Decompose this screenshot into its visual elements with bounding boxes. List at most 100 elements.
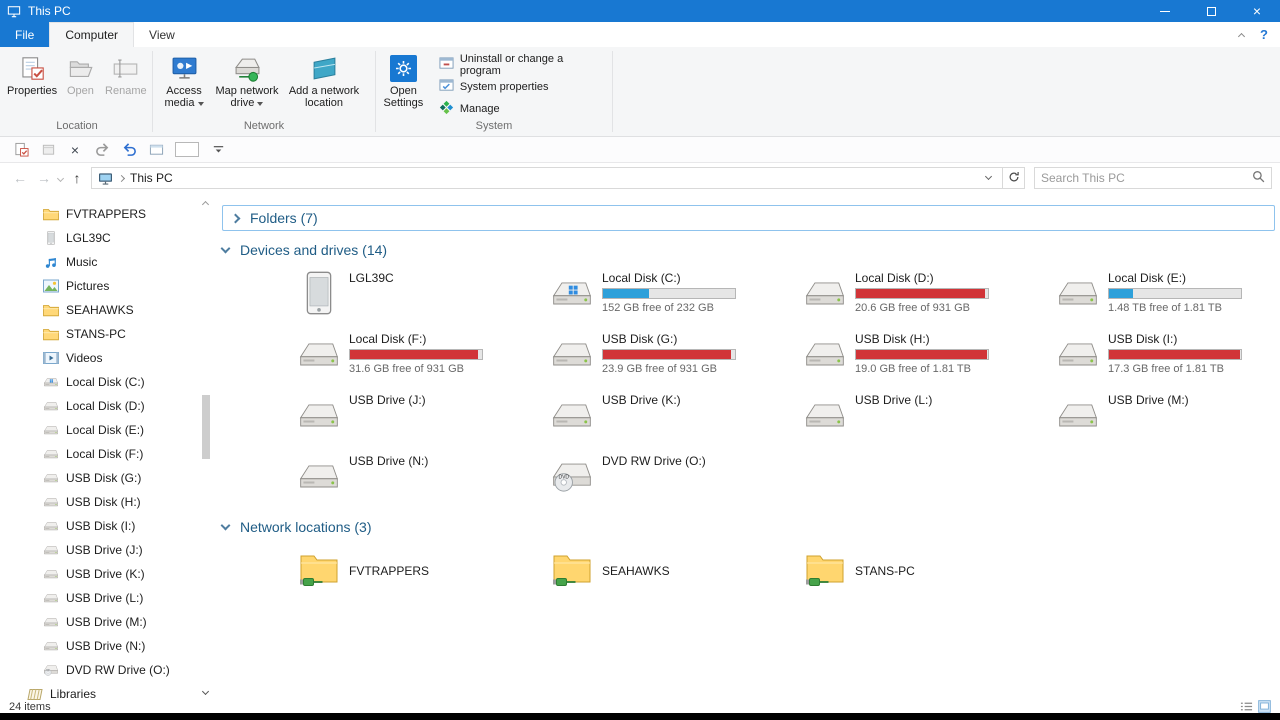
map-network-drive-icon [234,53,261,83]
drive-tile-usb-drive-m[interactable]: USB Drive (M:) [1055,392,1280,444]
access-media-button[interactable]: Access media [157,50,211,109]
group-label-network: Network [243,120,285,132]
drive-tile-local-disk-e[interactable]: Local Disk (E:) 1.48 TB free of 1.81 TB [1055,270,1280,322]
network-location-tile-fvtrappers[interactable]: FVTRAPPERS [296,546,549,594]
details-view-button[interactable] [1240,700,1253,713]
drive-icon [549,392,595,444]
map-network-drive-button[interactable]: Map network drive [213,50,281,109]
minimize-icon [1160,10,1170,12]
sidebar-scrollbar[interactable] [200,197,212,696]
sidebar-item-usb-drive-n[interactable]: USB Drive (N:) [0,634,214,658]
capacity-bar [602,288,736,299]
sidebar-item-local-disk-e[interactable]: Local Disk (E:) [0,418,214,442]
group-header-network-locations[interactable]: Network locations (3) [220,515,1275,539]
network-location-tile-stans-pc[interactable]: STANS-PC [802,546,1055,594]
drive-tile-usb-drive-k[interactable]: USB Drive (K:) [549,392,802,444]
address-dropdown-icon[interactable] [978,172,998,180]
qat-properties-icon[interactable] [13,142,29,158]
sidebar-item-local-disk-d[interactable]: Local Disk (D:) [0,394,214,418]
qat-customize-icon[interactable] [210,142,226,158]
drive-tile-usb-disk-g[interactable]: USB Disk (G:) 23.9 GB free of 931 GB [549,331,802,383]
tab-computer[interactable]: Computer [49,22,135,47]
collapse-group-icon[interactable] [220,243,231,253]
sidebar-item-videos[interactable]: Videos [0,346,214,370]
forward-button[interactable]: → [32,170,56,186]
sidebar-item-lgl39c[interactable]: LGL39C [0,226,214,250]
drive-tile-local-disk-f[interactable]: Local Disk (F:) 31.6 GB free of 931 GB [296,331,549,383]
qat-redo-icon[interactable] [94,142,110,158]
app-icon [7,5,21,18]
address-box[interactable]: This PC [91,167,1003,189]
scroll-down-icon[interactable] [201,687,210,696]
tab-view[interactable]: View [134,22,190,47]
qat-input-field[interactable] [175,142,199,157]
search-input[interactable] [1041,171,1252,185]
minimize-button[interactable] [1142,0,1188,22]
search-icon[interactable] [1252,170,1265,186]
help-button[interactable]: ? [1260,27,1268,42]
close-button[interactable]: × [1234,0,1280,22]
large-icons-view-button[interactable] [1258,700,1271,713]
sidebar-item-fvtrappers[interactable]: FVTRAPPERS [0,202,214,226]
qat-undo-icon[interactable] [121,142,137,158]
breadcrumb-chevron-icon[interactable] [117,174,126,182]
libraries-icon [26,687,43,700]
sidebar-item-stans-pc[interactable]: STANS-PC [0,322,214,346]
qat-rename-icon[interactable] [148,142,164,158]
recent-locations-icon[interactable] [56,174,65,182]
sidebar-item-usb-drive-k[interactable]: USB Drive (K:) [0,562,214,586]
uninstall-program-button[interactable]: Uninstall or change a program [437,53,609,77]
items-view: Folders (7) Devices and drives (14) LGL3… [214,193,1280,700]
sidebar-item-usb-disk-g[interactable]: USB Disk (G:) [0,466,214,490]
qat-delete-icon[interactable]: × [67,142,83,158]
add-network-location-button[interactable]: Add a network location [283,50,365,109]
system-properties-button[interactable]: System properties [437,77,609,96]
drive-tile-usb-drive-l[interactable]: USB Drive (L:) [802,392,1055,444]
sidebar-item-usb-drive-m[interactable]: USB Drive (M:) [0,610,214,634]
folder-icon [42,207,59,221]
sidebar-item-usb-disk-i[interactable]: USB Disk (I:) [0,514,214,538]
drive-tile-local-disk-d[interactable]: Local Disk (D:) 20.6 GB free of 931 GB [802,270,1055,322]
close-icon: × [1252,3,1262,19]
rename-button[interactable]: Rename [103,50,149,97]
sidebar-item-local-disk-f[interactable]: Local Disk (F:) [0,442,214,466]
sidebar-item-dvd-rw-drive-o[interactable]: DVD DVD RW Drive (O:) [0,658,214,682]
collapse-ribbon-icon[interactable] [1238,32,1246,40]
manage-button[interactable]: Manage [437,99,609,118]
drive-tile-usb-disk-h[interactable]: USB Disk (H:) 19.0 GB free of 1.81 TB [802,331,1055,383]
properties-button[interactable]: Properties [6,50,58,97]
capacity-bar [349,349,483,360]
collapse-group-icon[interactable] [220,520,231,530]
sidebar-item-usb-disk-h[interactable]: USB Disk (H:) [0,490,214,514]
group-header-devices[interactable]: Devices and drives (14) [220,238,1275,262]
drive-tile-local-disk-c[interactable]: Local Disk (C:) 152 GB free of 232 GB [549,270,802,322]
sidebar-item-usb-drive-l[interactable]: USB Drive (L:) [0,586,214,610]
drive-tile-dvd-rw-drive-o[interactable]: DVD DVD RW Drive (O:) [549,453,802,505]
sidebar-item-usb-drive-j[interactable]: USB Drive (J:) [0,538,214,562]
drive-tile-usb-disk-i[interactable]: USB Disk (I:) 17.3 GB free of 1.81 TB [1055,331,1280,383]
maximize-button[interactable] [1188,0,1234,22]
window-title: This PC [28,4,71,18]
network-location-tile-seahawks[interactable]: SEAHAWKS [549,546,802,594]
sidebar-item-seahawks[interactable]: SEAHAWKS [0,298,214,322]
scroll-up-icon[interactable] [201,200,210,209]
sidebar-item-pictures[interactable]: Pictures [0,274,214,298]
drive-tile-usb-drive-n[interactable]: USB Drive (N:) [296,453,549,505]
qat-new-folder-icon[interactable] [40,142,56,158]
group-header-folders[interactable]: Folders (7) [222,205,1275,231]
sidebar-item-music[interactable]: Music [0,250,214,274]
back-button[interactable]: ← [8,170,32,186]
up-button[interactable]: ↑ [65,170,89,186]
breadcrumb[interactable]: This PC [130,171,173,185]
scrollbar-thumb[interactable] [202,395,210,459]
open-settings-button[interactable]: Open Settings [380,50,427,109]
sidebar-item-libraries[interactable]: Libraries [0,682,214,700]
sidebar-item-local-disk-c[interactable]: Local Disk (C:) [0,370,214,394]
tab-file[interactable]: File [0,22,50,47]
drive-tile-lgl39c[interactable]: LGL39C [296,270,549,322]
refresh-button[interactable] [1003,167,1025,189]
drive-tile-usb-drive-j[interactable]: USB Drive (J:) [296,392,549,444]
open-button[interactable]: Open [60,50,101,97]
group-label-system: System [475,120,513,132]
expand-group-icon[interactable] [230,213,241,223]
